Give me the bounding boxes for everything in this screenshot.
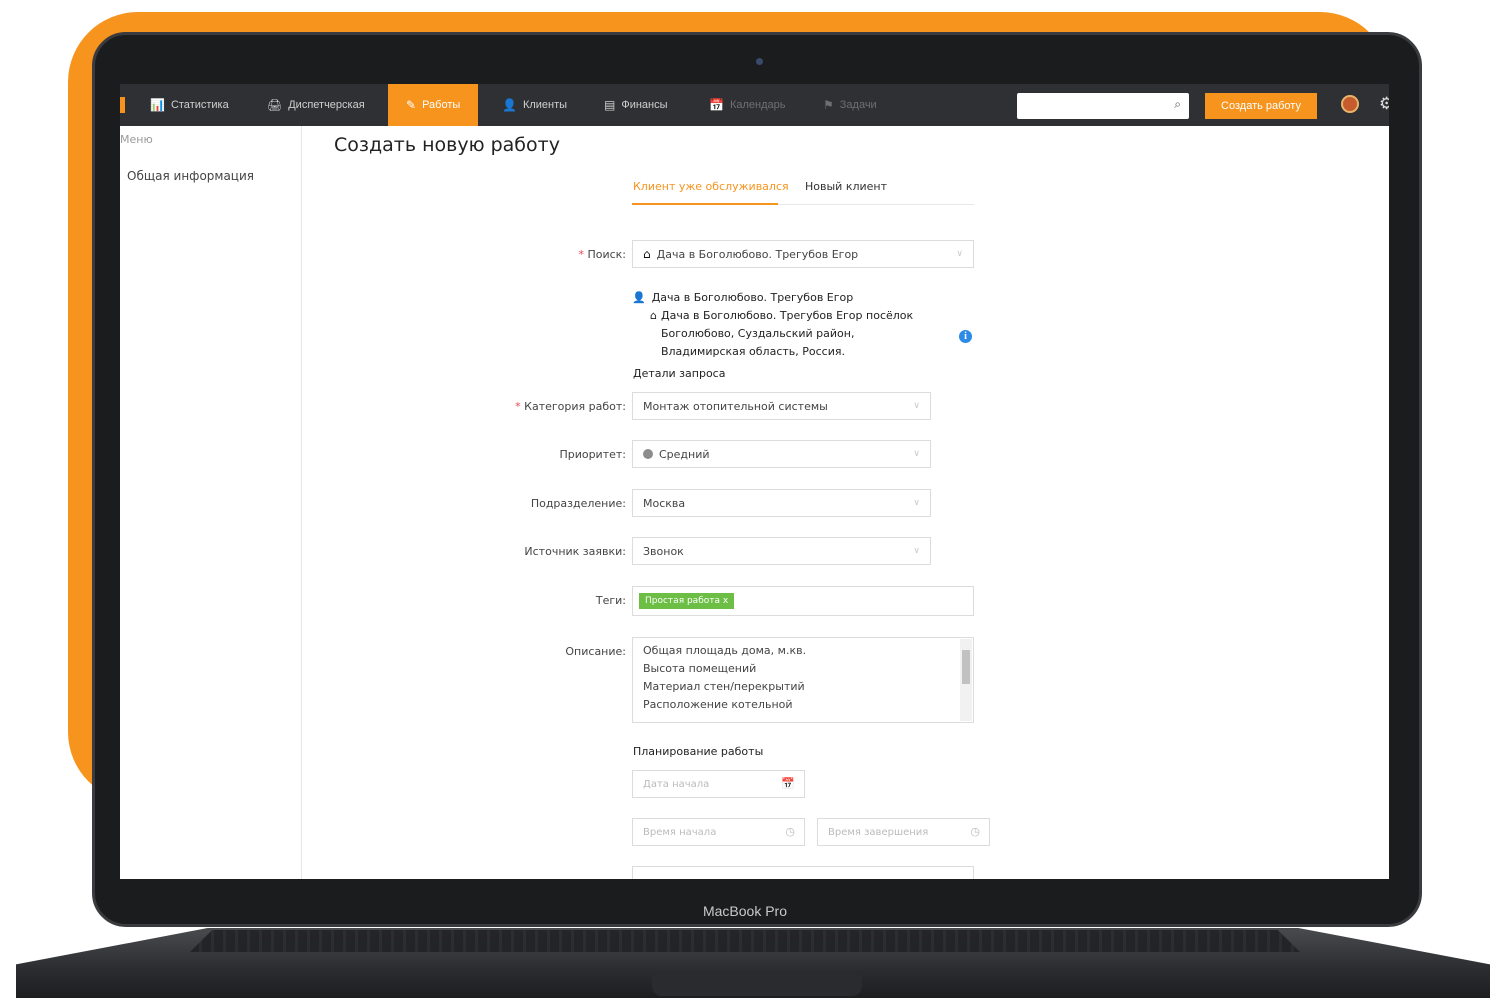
person-icon: 👤 [632,291,646,304]
chart-icon: 📊 [150,98,165,112]
placeholder-text: Время начала [643,826,717,838]
chevron-down-icon: ∨ [956,249,963,259]
department-select[interactable]: Москва ∨ [632,489,931,517]
placeholder-text: Дата начала [643,778,710,790]
sidebar: Меню Общая информация [120,126,302,879]
start-time-input[interactable]: Время начала ◷ [632,818,805,846]
description-line: Расположение котельной [643,698,793,711]
category-select[interactable]: Монтаж отопительной системы ∨ [632,392,931,420]
laptop-notch [652,974,862,996]
calendar-icon: 📅 [781,777,795,790]
tags-label: Теги: [595,594,626,607]
client-search-select[interactable]: ⌂ Дача в Боголюбово. Трегубов Егор ∨ [632,240,974,268]
placeholder-text: Время завершения [828,826,929,838]
details-header: Детали запроса [633,367,726,380]
start-date-input[interactable]: Дата начала 📅 [632,770,805,798]
department-label: Подразделение: [530,497,626,510]
search-label: * Поиск: [578,248,626,261]
nav-label: Работы [422,99,461,111]
device-label: MacBook Pro [702,903,788,919]
camera-icon [756,58,763,65]
calendar-icon: 📅 [709,98,724,112]
clock-icon: ◷ [785,825,795,838]
priority-label: Приоритет: [559,448,626,461]
description-textarea[interactable]: Общая площадь дома, м.кв. Высота помещен… [632,637,974,723]
source-select[interactable]: Звонок ∨ [632,537,931,565]
nav-label: Календарь [729,99,786,111]
client-name: Дача в Боголюбово. Трегубов Егор [651,291,854,304]
clock-icon: ◷ [970,825,980,838]
required-mark: * [578,248,584,261]
home-icon: ⌂ [650,309,657,322]
app-screen: 📊 Статистика 🖨 Диспетчерская ✎ Работы 👤 … [120,84,1389,879]
end-time-input[interactable]: Время завершения ◷ [817,818,990,846]
nav-label: Задачи [839,99,877,111]
logo-icon [120,97,125,113]
active-tab-indicator [632,203,778,205]
select-value: Звонок [643,544,684,558]
search-icon[interactable]: ⌕ [1174,97,1181,112]
nav-label: Клиенты [522,99,568,111]
nav-clients[interactable]: 👤 Клиенты [502,84,567,126]
nav-jobs[interactable]: ✎ Работы [388,84,479,126]
description-line: Материал стен/перекрытий [643,680,805,693]
avatar[interactable] [1341,95,1359,113]
nav-label: Диспетчерская [288,99,365,111]
select-value: Дача в Боголюбово. Трегубов Егор [656,247,859,261]
priority-dot-icon [643,449,653,459]
nav-tasks[interactable]: ⚑ Задачи [823,84,877,126]
nav-label: Статистика [170,99,229,111]
label-text: Категория работ: [524,400,626,413]
info-icon[interactable]: i [959,330,972,343]
select-value: Средний [659,447,710,461]
client-address: Дача в Боголюбово. Трегубов Егор посёлок… [660,309,914,358]
label-text: Поиск: [587,248,626,261]
chevron-down-icon: ∨ [913,449,920,459]
nav-calendar[interactable]: 📅 Календарь [709,84,785,126]
flag-icon: ⚑ [823,98,834,112]
description-line: Высота помещений [643,662,757,675]
client-card: 👤 Дача в Боголюбово. Трегубов Егор ⌂ Дач… [632,289,932,361]
gear-icon[interactable]: ⚙ [1379,94,1389,114]
next-field-input[interactable] [632,866,974,879]
scrollbar-thumb[interactable] [962,650,970,684]
tab-new-client[interactable]: Новый клиент [805,180,887,193]
nav-statistics[interactable]: 📊 Статистика [150,84,229,126]
keyboard-edge [190,930,1300,952]
tag-chip[interactable]: Простая работа x [639,593,735,609]
sidebar-header: Меню [120,133,153,146]
create-job-button[interactable]: Создать работу [1205,93,1317,119]
wrench-icon: ✎ [406,98,417,112]
select-value: Москва [643,496,686,510]
source-label: Источник заявки: [524,545,626,558]
tags-input[interactable]: Простая работа x [632,586,974,616]
chevron-down-icon: ∨ [913,498,920,508]
tab-existing-client[interactable]: Клиент уже обслуживался [633,180,789,193]
priority-select[interactable]: Средний ∨ [632,440,931,468]
description-line: Общая площадь дома, м.кв. [643,644,807,657]
select-value: Монтаж отопительной системы [643,399,828,413]
chevron-down-icon: ∨ [913,546,920,556]
wallet-icon: ▤ [604,98,616,112]
page-title: Создать новую работу [334,134,560,156]
nav-dispatch[interactable]: 🖨 Диспетчерская [267,84,365,126]
home-icon: ⌂ [643,247,651,261]
planning-header: Планирование работы [633,745,764,758]
search-input[interactable]: ⌕ [1017,93,1189,119]
chevron-down-icon: ∨ [913,401,920,411]
user-icon: 👤 [502,98,517,112]
nav-label: Финансы [621,99,668,111]
top-nav-bar: 📊 Статистика 🖨 Диспетчерская ✎ Работы 👤 … [120,84,1389,126]
description-label: Описание: [565,645,626,658]
category-label: * Категория работ: [515,400,626,413]
printer-icon: 🖨 [267,98,283,112]
sidebar-item-general-info[interactable]: Общая информация [127,169,254,183]
nav-finance[interactable]: ▤ Финансы [604,84,668,126]
required-mark: * [515,400,521,413]
